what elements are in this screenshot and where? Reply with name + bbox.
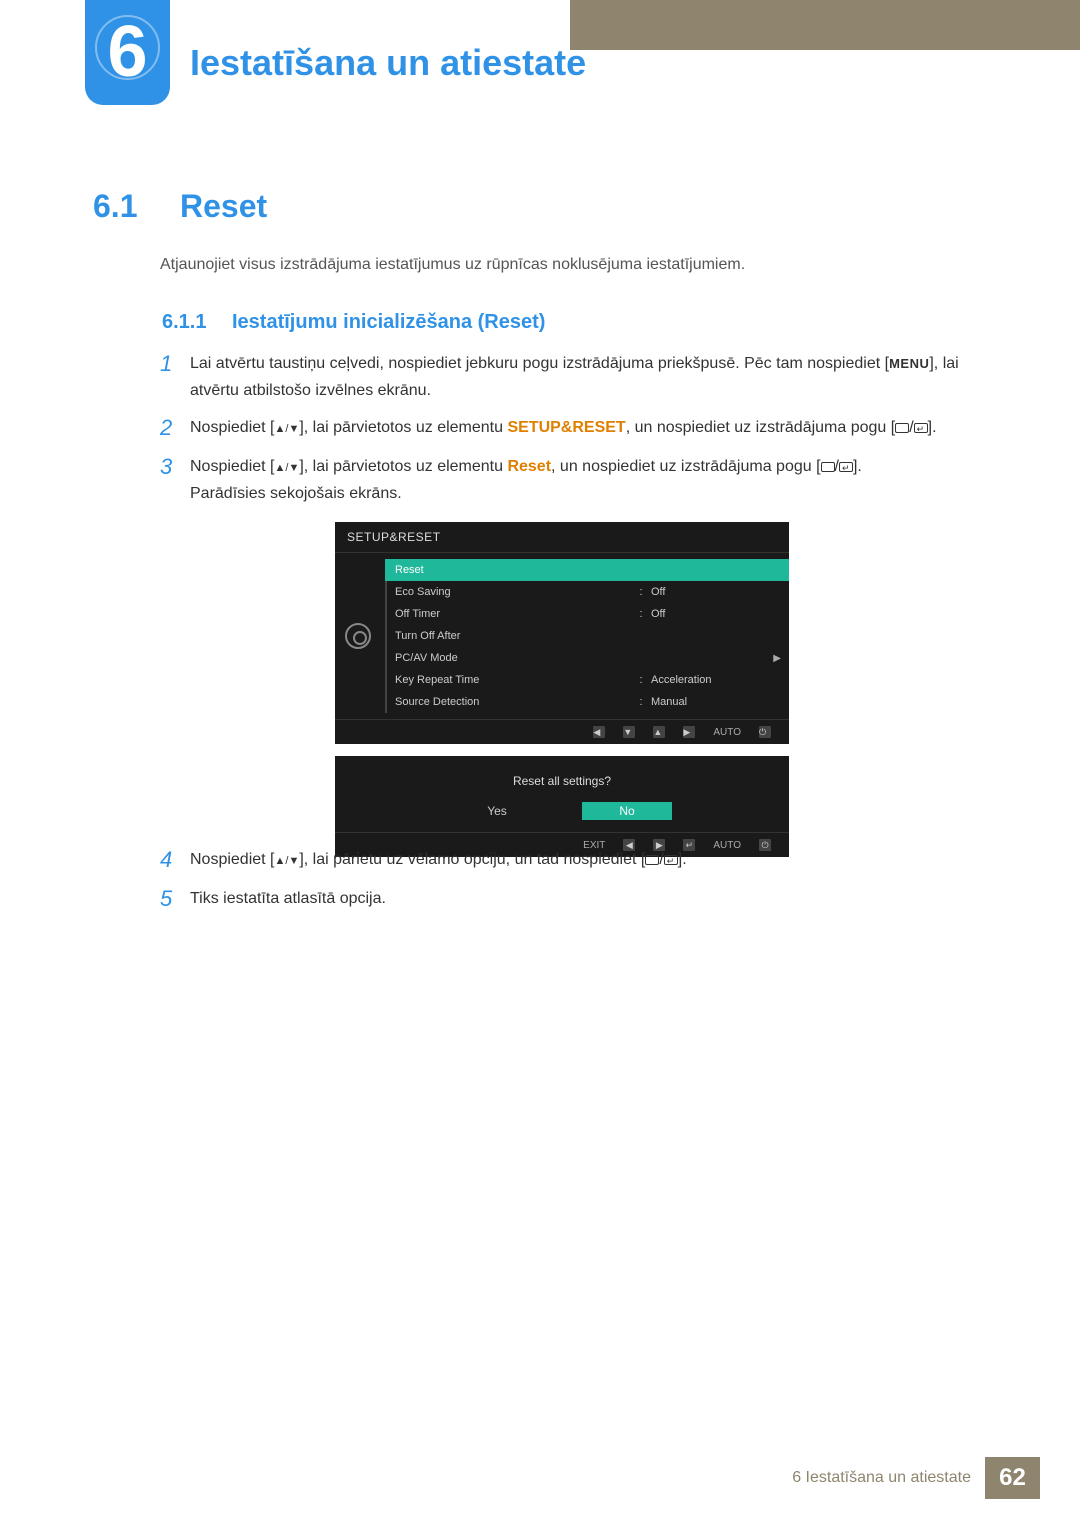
osd1-header: SETUP&RESET (335, 522, 789, 553)
step-1: 1 Lai atvērtu taustiņu ceļvedi, nospiedi… (160, 350, 990, 404)
setup-reset-keyword: SETUP&RESET (507, 419, 625, 436)
osd2-options: Yes No (335, 802, 789, 820)
rect-icon (821, 462, 835, 472)
step-3: 3 Nospiediet [▲/▼], lai pārvietotos uz e… (160, 453, 990, 507)
page-footer: 6 Iestatīšana un atiestate 62 (792, 1457, 1080, 1499)
step-5-text: Tiks iestatīta atlasītā opcija. (190, 885, 386, 914)
rect-icon (645, 855, 659, 865)
osd1-row-source: Source Detection : Manual (385, 691, 789, 713)
chapter-badge: 6 (85, 0, 170, 105)
steps-list: 1 Lai atvērtu taustiņu ceļvedi, nospiedi… (160, 350, 990, 517)
osd-setup-reset: SETUP&RESET Reset Eco Saving : Off Off T… (335, 522, 789, 744)
right-arrow-icon: ▶ (773, 653, 781, 664)
step-4: 4 Nospiediet [▲/▼], lai pārietu uz vēlam… (160, 846, 990, 875)
osd1-row-reset: Reset (385, 559, 789, 581)
osd2-yes: Yes (452, 802, 542, 820)
step-4-text: Nospiediet [▲/▼], lai pārietu uz vēlamo … (190, 846, 687, 875)
step-5-num: 5 (160, 885, 190, 914)
osd-screenshots: SETUP&RESET Reset Eco Saving : Off Off T… (335, 522, 789, 857)
badge-circle (95, 15, 160, 80)
osd1-body: Reset Eco Saving : Off Off Timer : Off T… (335, 553, 789, 719)
reset-keyword: Reset (507, 458, 551, 475)
step-2: 2 Nospiediet [▲/▼], lai pārvietotos uz e… (160, 414, 990, 443)
step-5: 5 Tiks iestatīta atlasītā opcija. (160, 885, 990, 914)
section-title: Reset (180, 188, 267, 225)
osd-reset-confirm: Reset all settings? Yes No EXIT ◀ ▶ ↵ AU… (335, 756, 789, 857)
menu-button-label: MENU (889, 356, 929, 371)
section-number: 6.1 (93, 188, 137, 225)
gear-icon (345, 623, 371, 649)
enter-icon (914, 423, 928, 433)
power-icon: ⏻ (759, 726, 771, 738)
step-4-num: 4 (160, 846, 190, 875)
osd2-no: No (582, 802, 672, 820)
osd1-menu: Reset Eco Saving : Off Off Timer : Off T… (381, 553, 789, 719)
left-icon: ◀ (593, 726, 605, 738)
osd1-row-turnoff: Turn Off After (385, 625, 789, 647)
osd1-row-offtimer: Off Timer : Off (385, 603, 789, 625)
page-number: 62 (985, 1457, 1040, 1499)
up-down-icon: ▲/▼ (275, 462, 300, 474)
footer-chapter-title: 6 Iestatīšana un atiestate (792, 1469, 971, 1487)
subsection-title: Iestatījumu inicializēšana (Reset) (232, 311, 545, 334)
subsection-number: 6.1.1 (162, 311, 206, 334)
rect-icon (895, 423, 909, 433)
up-down-icon: ▲/▼ (275, 423, 300, 435)
step-1-text: Lai atvērtu taustiņu ceļvedi, nospiediet… (190, 350, 990, 404)
up-down-icon: ▲/▼ (275, 855, 300, 867)
top-bar (570, 0, 1080, 50)
step-3-num: 3 (160, 453, 190, 507)
steps-continued: 4 Nospiediet [▲/▼], lai pārietu uz vēlam… (160, 846, 990, 923)
chapter-title: Iestatīšana un atiestate (190, 42, 586, 84)
osd1-row-keyrepeat: Key Repeat Time : Acceleration (385, 669, 789, 691)
up-icon: ▲ (653, 726, 665, 738)
step-3-text: Nospiediet [▲/▼], lai pārvietotos uz ele… (190, 453, 862, 507)
osd1-row-pcav: PC/AV Mode ▶ (385, 647, 789, 669)
right-icon: ▶ (683, 726, 695, 738)
osd2-question: Reset all settings? (335, 774, 789, 788)
osd1-row-eco: Eco Saving : Off (385, 581, 789, 603)
enter-icon (839, 462, 853, 472)
down-icon: ▼ (623, 726, 635, 738)
auto-label: AUTO (713, 727, 741, 738)
enter-icon (664, 855, 678, 865)
step-1-num: 1 (160, 350, 190, 404)
step-2-text: Nospiediet [▲/▼], lai pārvietotos uz ele… (190, 414, 937, 443)
osd1-icon-sidebar (335, 553, 381, 719)
osd1-footer: ◀ ▼ ▲ ▶ AUTO ⏻ (335, 719, 789, 744)
section-intro: Atjaunojiet visus izstrādājuma iestatīju… (160, 256, 745, 274)
step-2-num: 2 (160, 414, 190, 443)
